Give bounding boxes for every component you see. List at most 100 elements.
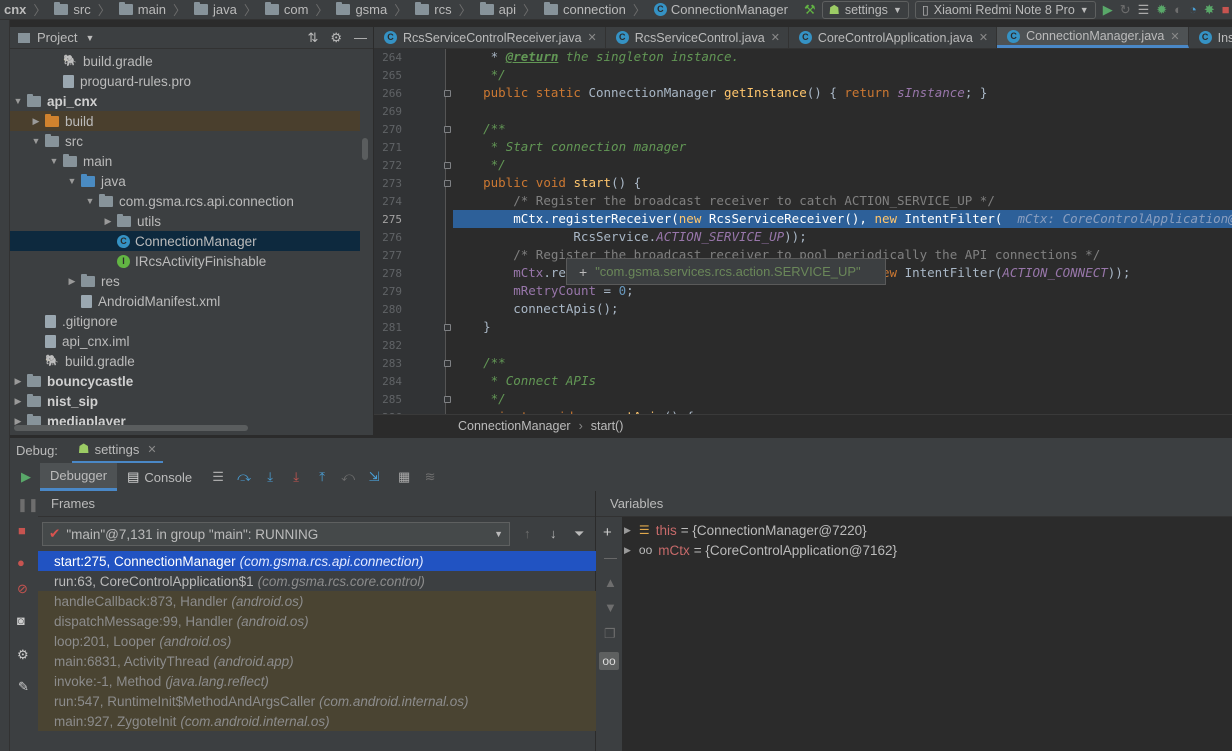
tree-item[interactable]: AndroidManifest.xml (10, 291, 360, 311)
code-line[interactable]: * Start connection manager (453, 138, 1232, 156)
frame-row[interactable]: start:275, ConnectionManager (com.gsma.rc… (38, 551, 596, 571)
code-editor[interactable]: 264 265 266 269 270 271 272 273 274 275 276 277 278 2… (374, 49, 1232, 414)
profiler-icon[interactable]: ◔ (1189, 1, 1197, 19)
tab-rcsservicecontrol-java[interactable]: C RcsServiceControl.java ✕ (606, 27, 789, 48)
tree-item[interactable]: C ConnectionManager (10, 231, 360, 251)
code-line[interactable]: * @return the singleton instance. (453, 49, 1232, 66)
close-icon[interactable]: ✕ (771, 31, 780, 44)
down-arrow-icon[interactable]: ↓ (550, 526, 557, 541)
step-into-icon[interactable]: ⤓ (260, 467, 280, 487)
tree-item[interactable]: ▼ com.gsma.rcs.api.connection (10, 191, 360, 211)
pin-icon[interactable]: ✎ (18, 679, 29, 695)
expanded-arrow-icon[interactable]: ▼ (48, 156, 60, 166)
hide-icon[interactable]: — (354, 30, 367, 45)
expanded-arrow-icon[interactable]: ▼ (84, 196, 96, 206)
variable-row[interactable]: ▶ oo mCtx = {CoreControlApplication@7162} (624, 540, 897, 560)
tab-rcsservicecontrolreceiver-java[interactable]: C RcsServiceControlReceiver.java ✕ (374, 27, 606, 48)
collapse-all-icon[interactable]: ⇅ (307, 30, 318, 46)
fold-marker-icon[interactable] (444, 396, 451, 403)
project-title[interactable]: Project (37, 30, 77, 45)
copy-icon[interactable]: ❐ (604, 626, 616, 642)
tree-item[interactable]: ▼ api_cnx (10, 91, 360, 111)
frame-row[interactable]: run:547, RuntimeInit$MethodAndArgsCaller… (38, 691, 596, 711)
tab-console[interactable]: ▤ Console (117, 463, 202, 491)
layout-icon[interactable]: ☰ (208, 467, 228, 487)
filter-icon[interactable]: ⏷ (574, 526, 584, 542)
code-line[interactable]: public static ConnectionManager getInsta… (453, 84, 1232, 102)
tab-instrumentation[interactable]: C Instrumentation (1189, 27, 1232, 48)
add-watch-icon[interactable]: + (603, 524, 612, 541)
fold-marker-icon[interactable] (444, 162, 451, 169)
expand-plus-icon[interactable]: + (579, 264, 587, 280)
view-breakpoints-icon[interactable]: ● (17, 555, 25, 570)
collapsed-arrow-icon[interactable]: ▶ (624, 525, 631, 536)
rerun-icon[interactable]: ↻ (1120, 1, 1131, 19)
tree-item[interactable]: 🐘 build.gradle (10, 51, 360, 71)
force-step-into-icon[interactable]: ⤓ (286, 467, 306, 487)
step-over-icon[interactable]: ⤼ (234, 467, 254, 487)
thread-select[interactable]: ✔ "main"@7,131 in group "main": RUNNING … (42, 522, 510, 546)
device-select[interactable]: ▯ Xiaomi Redmi Note 8 Pro ▼ (914, 0, 1096, 19)
attach-debugger-icon[interactable]: ◐ (1174, 1, 1182, 19)
breadcrumb-item[interactable]: main 〉 (111, 0, 186, 19)
expanded-arrow-icon[interactable]: ▼ (30, 136, 42, 146)
expanded-arrow-icon[interactable]: ▼ (66, 176, 78, 186)
collapsed-arrow-icon[interactable]: ▶ (66, 276, 78, 287)
tab-debugger[interactable]: Debugger (40, 463, 118, 491)
tree-item[interactable]: api_cnx.iml (10, 331, 360, 351)
variable-row[interactable]: ▶ ☰ this = {ConnectionManager@7220} (624, 520, 867, 540)
tab-connectionmanager-java[interactable]: C ConnectionManager.java ✕ (997, 27, 1189, 48)
collapsed-arrow-icon[interactable]: ▶ (12, 396, 24, 407)
frame-row[interactable]: run:63, CoreControlApplication$1 (com.gsm… (38, 571, 596, 591)
tree-item[interactable]: ▶ nist_sip (10, 391, 360, 411)
close-icon[interactable]: ✕ (979, 31, 988, 44)
gear-icon[interactable]: ⚙ (17, 647, 29, 663)
build-hammer-icon[interactable]: ⚒ (804, 1, 816, 19)
stop-icon[interactable]: ■ (18, 523, 26, 538)
trace-icon[interactable]: ≋ (420, 467, 440, 487)
breadcrumb-item[interactable]: java 〉 (186, 0, 257, 19)
breadcrumb-item[interactable]: rcs 〉 (407, 0, 472, 19)
tree-item[interactable]: ▶ res (10, 271, 360, 291)
code-line[interactable]: /** (453, 120, 1232, 138)
breadcrumb-item[interactable]: api 〉 (472, 0, 536, 19)
up-arrow-icon[interactable]: ↑ (524, 526, 531, 541)
tree-item[interactable]: ▼ java (10, 171, 360, 191)
fold-marker-icon[interactable] (444, 360, 451, 367)
remove-watch-icon[interactable]: — (604, 550, 617, 565)
code-line[interactable]: } (453, 318, 1232, 336)
evaluate-icon[interactable]: ▦ (394, 467, 414, 487)
gear-icon[interactable]: ⚙ (330, 30, 342, 46)
breadcrumb-item[interactable]: com 〉 (257, 0, 328, 19)
apply-changes-icon[interactable]: ✸ (1204, 1, 1215, 19)
tree-item[interactable]: ▶ build (10, 111, 360, 131)
breadcrumb-class[interactable]: ConnectionManager (458, 419, 571, 433)
code-line[interactable]: */ (453, 156, 1232, 174)
tree-item[interactable]: I IRcsActivityFinishable (10, 251, 360, 271)
code-line[interactable]: /* Register the broadcast receiver to ca… (453, 192, 1232, 210)
code-line[interactable]: */ (453, 390, 1232, 408)
close-icon[interactable]: ✕ (147, 443, 156, 456)
show-watches-icon[interactable]: oo (599, 652, 619, 670)
fold-marker-icon[interactable] (444, 180, 451, 187)
debug-config-tab[interactable]: ☗ settings ✕ (71, 438, 163, 464)
run-icon[interactable]: ▶ (1103, 1, 1113, 19)
frame-row[interactable]: dispatchMessage:99, Handler (android.os) (38, 611, 596, 631)
frame-row[interactable]: invoke:-1, Method (java.lang.reflect) (38, 671, 596, 691)
close-icon[interactable]: ✕ (588, 31, 597, 44)
mute-breakpoints-icon[interactable]: ⊘ (17, 581, 28, 597)
close-icon[interactable]: ✕ (1170, 30, 1179, 43)
tree-item[interactable]: proguard-rules.pro (10, 71, 360, 91)
code-line[interactable] (453, 102, 1232, 120)
tree-item[interactable]: ▶ bouncycastle (10, 371, 360, 391)
fold-marker-icon[interactable] (444, 324, 451, 331)
move-down-icon[interactable]: ▼ (604, 600, 617, 615)
debug-icon[interactable]: ✹ (1156, 1, 1167, 19)
code-line[interactable]: * Connect APIs (453, 372, 1232, 390)
fold-marker-icon[interactable] (444, 126, 451, 133)
horizontal-scrollbar[interactable] (14, 425, 248, 431)
code-line[interactable]: mCtx.registerReceiver(new RcsServiceRece… (453, 210, 1232, 228)
breadcrumb-method[interactable]: start() (591, 419, 624, 433)
code-line[interactable]: RcsService.ACTION_SERVICE_UP)); (453, 228, 1232, 246)
coverage-icon[interactable]: ☰ (1138, 1, 1150, 19)
